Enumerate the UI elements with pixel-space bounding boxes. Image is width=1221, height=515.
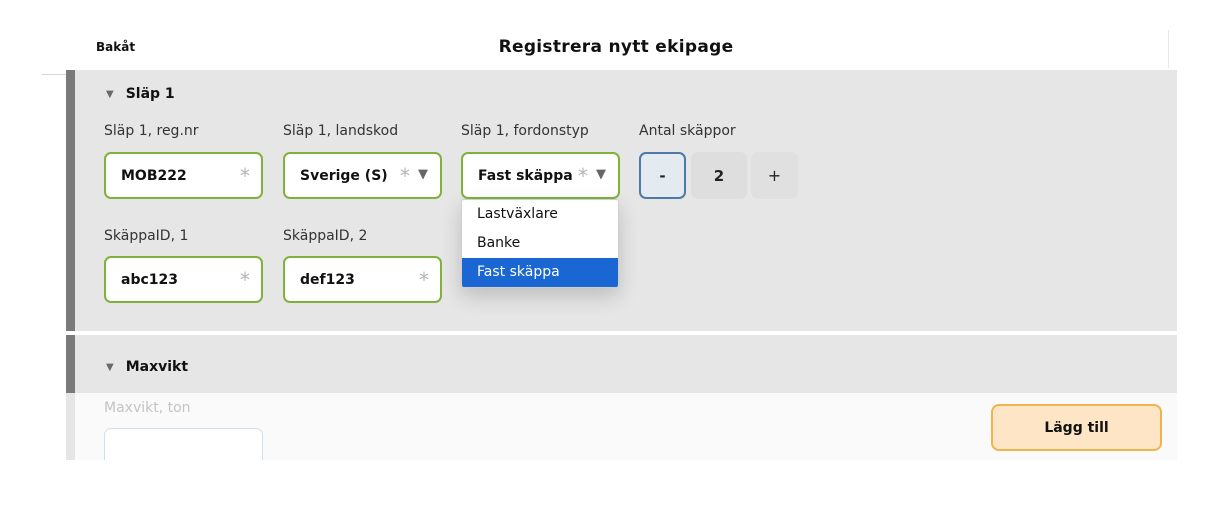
vehicle-type-label: Släp 1, fordonstyp [461,123,589,139]
container-id-1-input[interactable]: abc123 * [104,256,263,303]
section-accent-bar [66,70,75,331]
chevron-down-icon: ▼ [596,167,606,182]
chevron-down-icon: ▼ [418,167,428,182]
container-id-2-label: SkäppaID, 2 [283,228,368,244]
trailer-section-header[interactable]: ▼ Släp 1 [106,86,175,102]
add-button[interactable]: Lägg till [991,404,1162,451]
container-count-label: Antal skäppor [639,123,736,139]
maxweight-section-title: Maxvikt [125,359,189,375]
triangle-down-icon: ▼ [106,88,114,100]
dropdown-option[interactable]: Lastväxlare [462,200,618,229]
maxweight-section [66,335,1177,393]
required-icon: * [578,164,588,188]
left-divider [42,74,66,75]
section-accent-bar [66,335,75,393]
maxweight-label: Maxvikt, ton [104,400,191,416]
triangle-down-icon: ▼ [106,361,114,373]
required-icon: * [400,164,410,188]
maxweight-input[interactable] [104,428,263,460]
country-code-select[interactable]: Sverige (S) * ▼ [283,152,442,199]
country-code-label: Släp 1, landskod [283,123,399,139]
vehicle-type-dropdown: Lastväxlare Banke Fast skäppa [461,199,619,288]
required-icon: * [240,164,250,188]
section-accent-bar [66,393,75,460]
header-bar: Bakåt Registrera nytt ekipage [0,30,1221,70]
vehicle-type-select[interactable]: Fast skäppa * ▼ [461,152,620,199]
container-id-1-label: SkäppaID, 1 [104,228,189,244]
decrement-button[interactable]: - [639,152,686,199]
required-icon: * [240,268,250,292]
trailer-section-title: Släp 1 [125,86,175,102]
dropdown-option[interactable]: Banke [462,229,618,258]
reg-nr-label: Släp 1, reg.nr [104,123,199,139]
required-icon: * [419,268,429,292]
dropdown-option-selected[interactable]: Fast skäppa [462,258,618,287]
increment-button[interactable]: + [751,152,798,199]
page-title: Registrera nytt ekipage [498,37,734,57]
container-count-value: 2 [691,152,747,199]
maxweight-section-header[interactable]: ▼ Maxvikt [106,359,188,375]
header-divider [1168,30,1169,68]
reg-nr-input[interactable]: MOB222 * [104,152,263,199]
container-id-2-input[interactable]: def123 * [283,256,442,303]
